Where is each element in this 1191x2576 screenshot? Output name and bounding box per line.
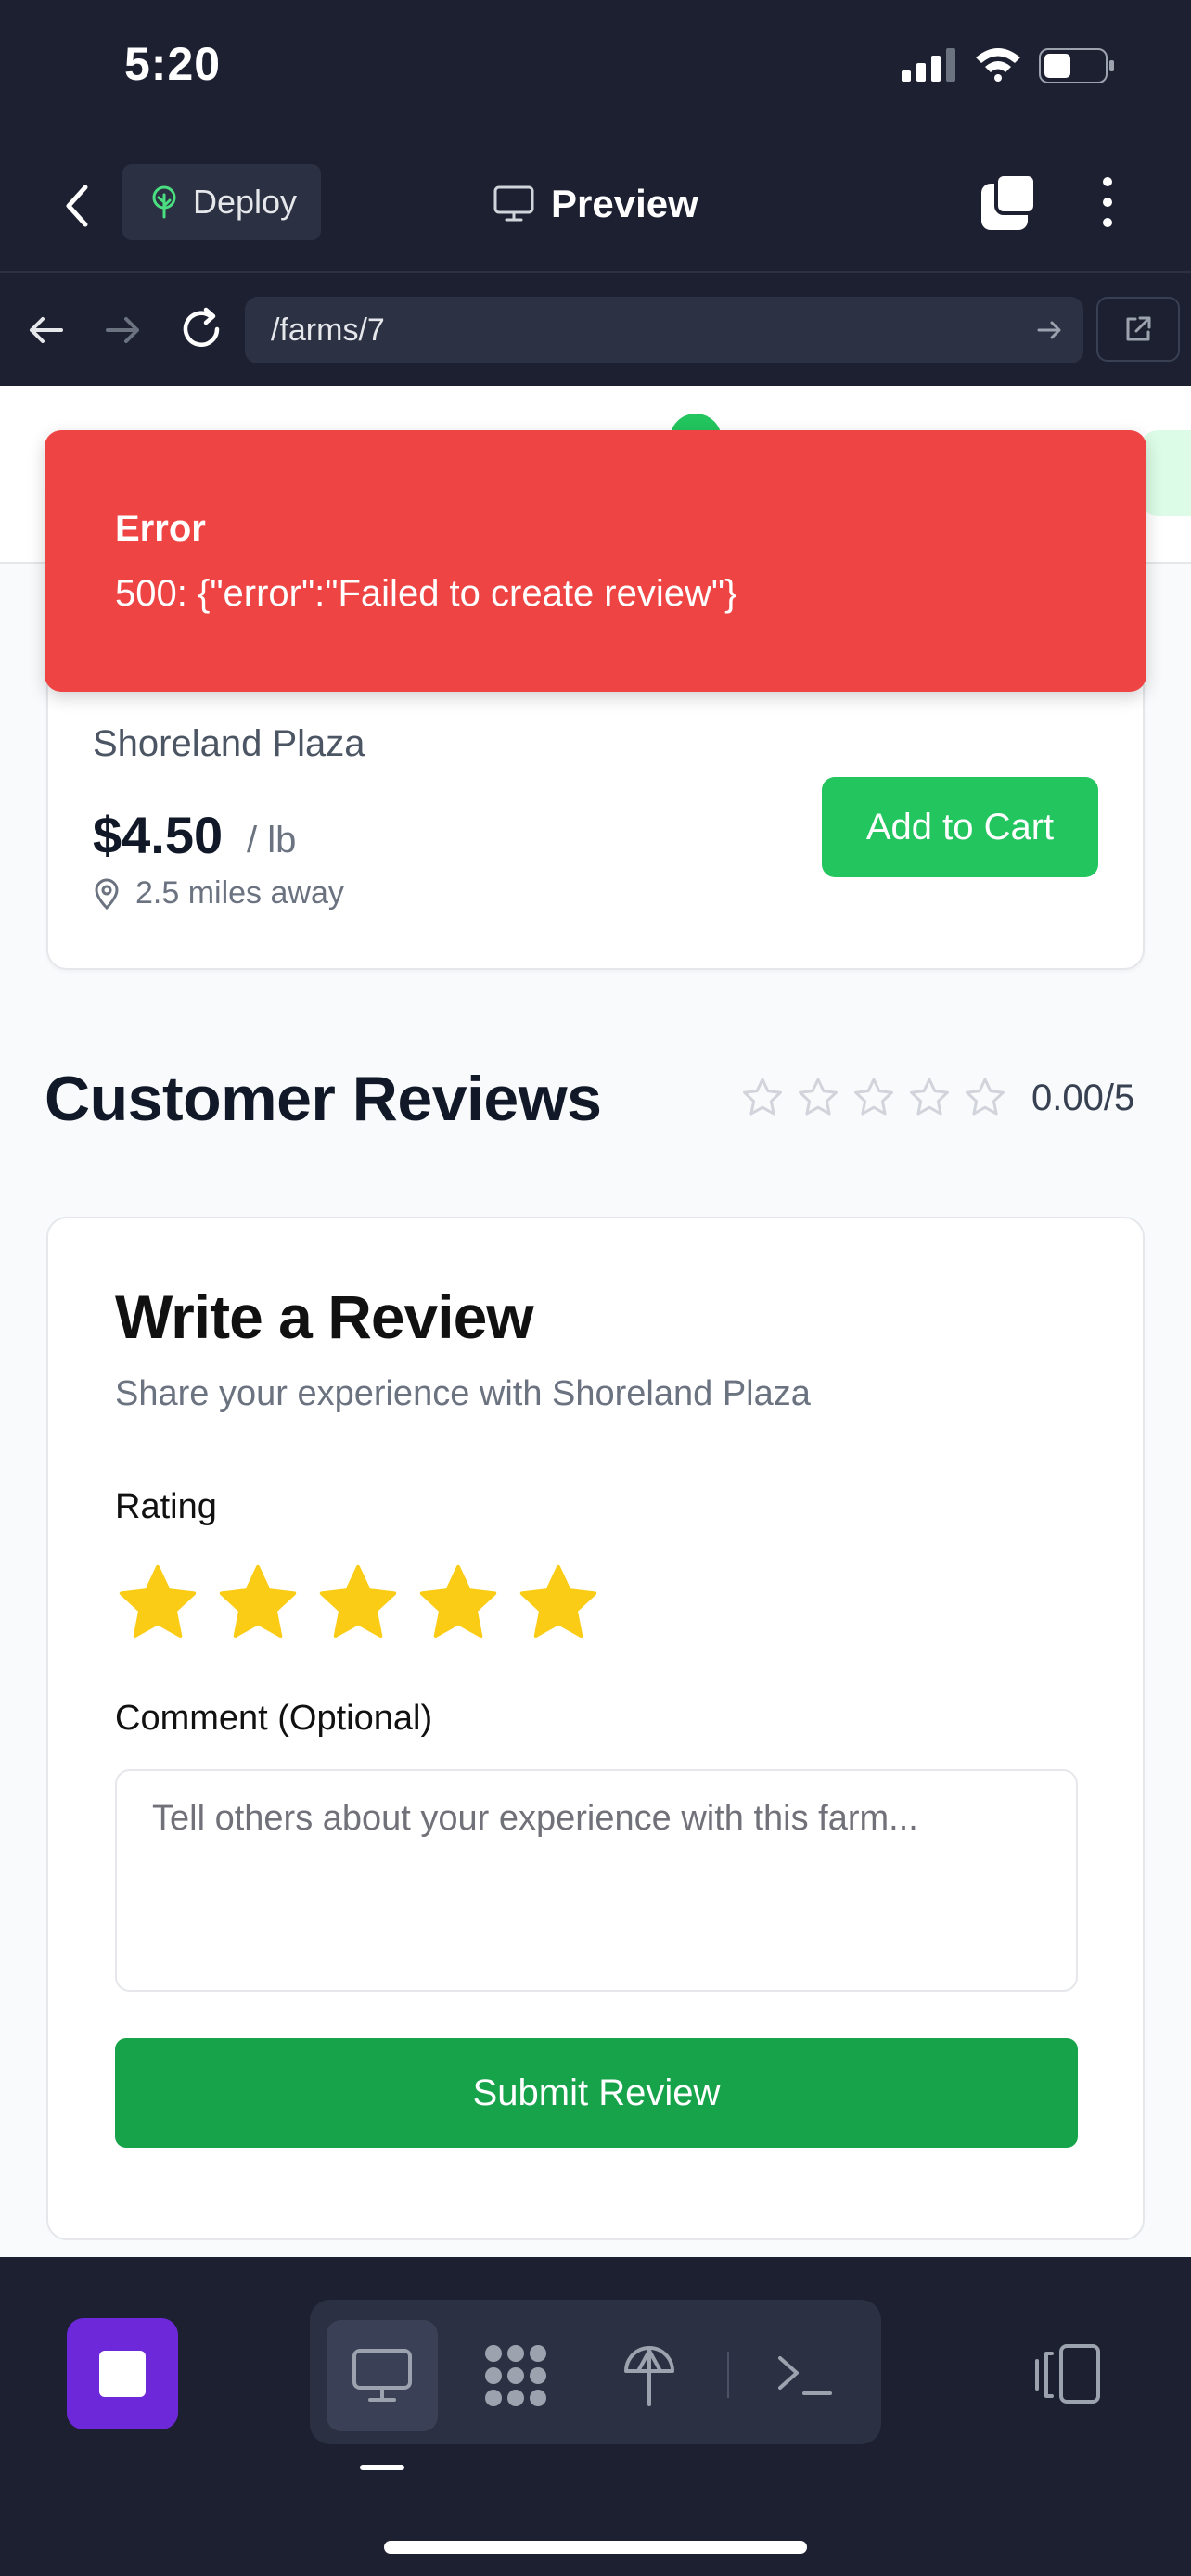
arrow-left-icon[interactable] (26, 310, 67, 351)
status-bar: 5:20 (0, 0, 1191, 139)
grid-tool-button[interactable] (460, 2320, 571, 2431)
bottom-toolbar (0, 2257, 1191, 2576)
nav-pill[interactable] (1141, 430, 1191, 516)
star-outline-icon (743, 1078, 782, 1116)
preview-label: Preview (551, 182, 698, 225)
star-filled-icon[interactable] (215, 1562, 301, 1647)
wifi-icon (976, 48, 1020, 82)
comment-textarea[interactable] (115, 1769, 1078, 1992)
star-outline-icon (966, 1078, 1005, 1116)
status-time: 5:20 (124, 38, 222, 90)
product-price: $4.50 (93, 806, 224, 864)
reviews-heading: Customer Reviews (45, 1064, 602, 1134)
reload-icon[interactable] (178, 306, 224, 352)
more-vertical-icon[interactable] (1095, 172, 1121, 232)
tabs-icon[interactable] (980, 172, 1039, 232)
error-toast[interactable]: Error 500: {"error":"Failed to create re… (45, 430, 1146, 692)
preview-monitor-icon (352, 2349, 412, 2402)
star-filled-icon[interactable] (416, 1562, 501, 1647)
star-filled-icon[interactable] (516, 1562, 601, 1647)
arrow-right-icon[interactable] (102, 310, 143, 351)
tool-group (310, 2300, 881, 2444)
star-outline-icon (799, 1078, 838, 1116)
go-arrow-icon[interactable] (1037, 317, 1063, 343)
toolbar-divider (727, 2352, 729, 2398)
battery-icon (1039, 48, 1114, 83)
terminal-tool-button[interactable] (749, 2320, 861, 2431)
home-indicator (384, 2541, 807, 2554)
deploy-tree-icon (624, 2346, 674, 2406)
device-switch-icon[interactable] (1031, 2337, 1106, 2411)
rating-summary: 0.00/5 (740, 1076, 1134, 1120)
deploy-button[interactable]: Deploy (122, 164, 321, 240)
write-review-card: Write a Review Share your experience wit… (46, 1217, 1145, 2240)
toast-message: 500: {"error":"Failed to create review"} (115, 573, 737, 614)
star-filled-icon[interactable] (115, 1562, 200, 1647)
submit-review-button[interactable]: Submit Review (115, 2038, 1078, 2148)
comment-label: Comment (Optional) (115, 1699, 433, 1738)
star-outline-icon (910, 1078, 949, 1116)
distance-info: 2.5 miles away (93, 875, 344, 912)
star-outline-icon (854, 1078, 893, 1116)
star-rating-input (115, 1562, 601, 1647)
map-pin-icon (95, 878, 119, 910)
browser-bar: /farms/7 (0, 273, 1191, 386)
rating-label: Rating (115, 1487, 217, 1526)
price-unit: / lb (247, 820, 297, 861)
toast-title: Error (115, 508, 206, 549)
write-review-subtitle: Share your experience with Shoreland Pla… (115, 1374, 811, 1413)
stop-button[interactable] (67, 2318, 178, 2429)
distance-text: 2.5 miles away (135, 875, 344, 911)
active-tool-indicator (360, 2465, 404, 2470)
grid-dots-icon (485, 2345, 546, 2406)
deploy-tool-button[interactable] (594, 2320, 705, 2431)
terminal-icon (778, 2356, 832, 2395)
deploy-label: Deploy (193, 183, 298, 221)
page-content: Shoreland Plaza $4.50 / lb 2.5 miles awa… (0, 386, 1191, 2257)
star-filled-icon[interactable] (315, 1562, 401, 1647)
write-review-title: Write a Review (115, 1282, 534, 1351)
url-text: /farms/7 (271, 312, 385, 348)
monitor-icon (493, 185, 534, 222)
open-external-button[interactable] (1096, 297, 1180, 362)
rating-value: 0.00/5 (1031, 1077, 1135, 1118)
back-icon[interactable] (56, 178, 100, 234)
tree-icon (152, 185, 176, 219)
url-field[interactable]: /farms/7 (245, 297, 1083, 363)
preview-title: Preview (493, 176, 698, 232)
cellular-signal-icon (902, 48, 955, 82)
add-to-cart-button[interactable]: Add to Cart (822, 777, 1098, 877)
preview-tool-button[interactable] (327, 2320, 438, 2431)
external-link-icon (1126, 316, 1151, 341)
farm-name: Shoreland Plaza (93, 723, 365, 764)
stop-icon (99, 2351, 146, 2397)
app-header: Deploy Preview (0, 139, 1191, 273)
